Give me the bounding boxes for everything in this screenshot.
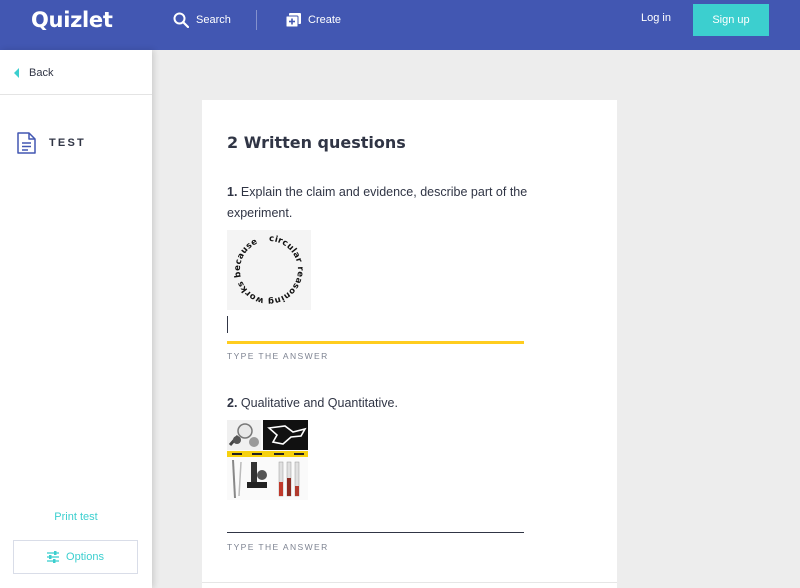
signup-button[interactable]: Sign up: [693, 4, 769, 36]
answer-label: TYPE THE ANSWER: [227, 351, 329, 361]
search-icon: [173, 12, 189, 28]
question-number: 1.: [227, 185, 238, 199]
question-prompt: Qualitative and Quantitative.: [240, 396, 398, 410]
test-document-icon: [17, 132, 36, 154]
answer-input-2[interactable]: [227, 532, 524, 533]
create-icon: [286, 13, 301, 27]
sidebar-item-label: TEST: [49, 137, 86, 149]
answer-caret: [227, 316, 228, 333]
nav-divider: [256, 10, 257, 30]
quizlet-logo[interactable]: Quizlet: [31, 8, 113, 32]
circular-reasoning-image: circular reasoning works because: [233, 234, 305, 306]
back-label: Back: [29, 67, 54, 79]
image-lettering: circular reasoning works because: [233, 234, 305, 306]
top-navigation-bar: Quizlet Search Create Log in Sign up: [0, 0, 800, 50]
question-prompt: Explain the claim and evidence, describe…: [227, 185, 528, 220]
test-card: 2 Written questions 1. Explain the claim…: [202, 100, 617, 588]
back-arrow-icon: [14, 68, 19, 78]
question-1-image[interactable]: circular reasoning works because: [227, 230, 311, 310]
answer-label: TYPE THE ANSWER: [227, 542, 329, 552]
create-button[interactable]: Create: [286, 0, 341, 40]
options-sliders-icon: [47, 551, 60, 563]
search-button[interactable]: Search: [173, 0, 231, 40]
options-button[interactable]: Options: [13, 540, 138, 574]
card-divider: [202, 582, 617, 583]
question-2-image[interactable]: [227, 420, 308, 500]
question-2: 2. Qualitative and Quantitative.: [227, 393, 547, 414]
sidebar-item-test[interactable]: TEST: [17, 132, 86, 154]
sidebar-divider: [0, 94, 152, 95]
search-label: Search: [196, 14, 231, 26]
lab-tools-collage-image: [227, 420, 308, 500]
login-link[interactable]: Log in: [641, 12, 671, 24]
print-test-link[interactable]: Print test: [0, 511, 152, 523]
options-label: Options: [66, 551, 104, 563]
answer-input-1[interactable]: [227, 341, 524, 344]
back-button[interactable]: Back: [14, 67, 53, 79]
create-label: Create: [308, 14, 342, 26]
question-number: 2.: [227, 396, 238, 410]
svg-text:circular reasoning works becau: circular reasoning works because: [233, 234, 305, 306]
section-title: 2 Written questions: [227, 133, 406, 152]
question-1: 1. Explain the claim and evidence, descr…: [227, 182, 547, 224]
sidebar: Back TEST Print test Options: [0, 50, 152, 588]
